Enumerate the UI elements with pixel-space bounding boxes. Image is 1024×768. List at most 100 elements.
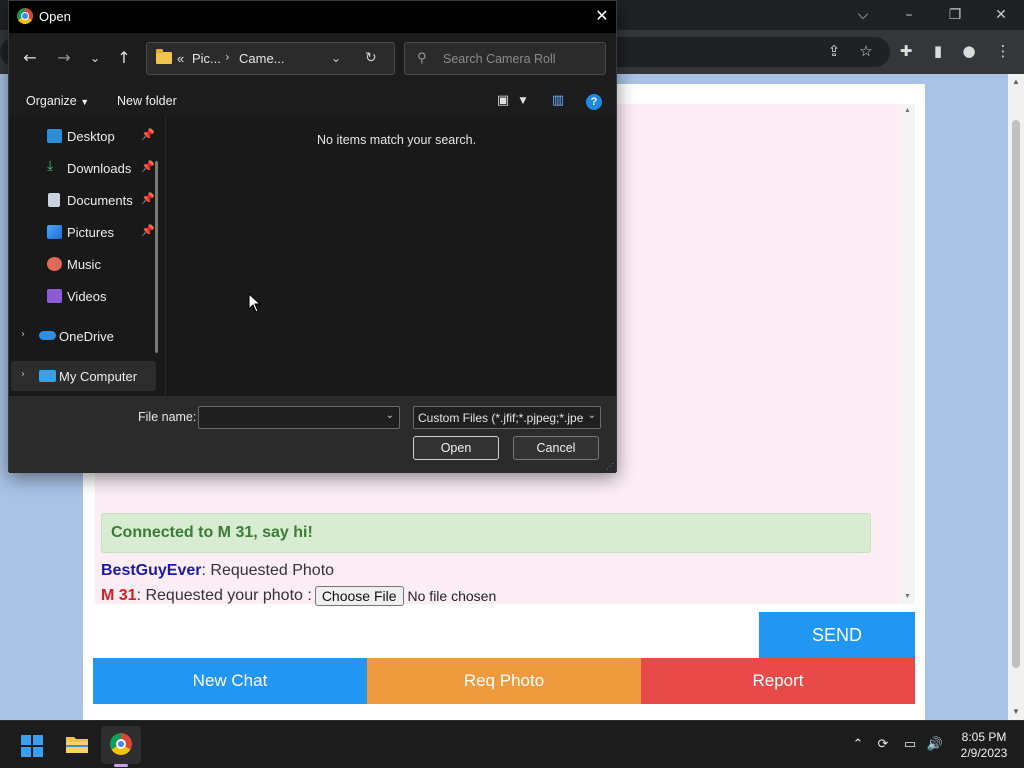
open-button[interactable]: Open: [413, 436, 499, 460]
file-explorer-icon[interactable]: [65, 734, 89, 754]
chevron-down-icon[interactable]: ⌄: [386, 410, 394, 421]
organize-menu[interactable]: Organize ▼: [26, 94, 89, 108]
navigation-pane-scrollbar[interactable]: [155, 161, 158, 353]
resize-grip-icon[interactable]: ⋰: [606, 462, 614, 471]
nav-item-documents[interactable]: Documents 📌: [17, 185, 167, 215]
chat-scroll-down-icon[interactable]: ▼: [900, 590, 915, 604]
refresh-icon[interactable]: ↻: [365, 50, 377, 66]
path-segment-pictures[interactable]: Pic...: [192, 51, 221, 66]
open-file-dialog: Open ✕ ← → ⌄ ↑ « Pic... › Came... ⌄ ↻ ⚲ …: [8, 0, 617, 473]
nav-item-my-computer[interactable]: › My Computer: [11, 361, 156, 391]
minimize-icon[interactable]: –: [887, 4, 931, 26]
system-clock[interactable]: 8:05 PM 2/9/2023: [952, 729, 1016, 761]
chat-message: M 31: Requested your photo : Choose File N…: [101, 586, 496, 606]
bookmark-star-icon[interactable]: ☆: [855, 40, 877, 62]
cancel-button[interactable]: Cancel: [513, 436, 599, 460]
connection-status: Connected to M 31, say hi!: [101, 513, 871, 553]
taskbar: ⌃ ⟳ ▭ 🔊 8:05 PM 2/9/2023: [0, 720, 1024, 768]
chevron-down-icon[interactable]: ⌄: [587, 410, 596, 421]
up-arrow-icon[interactable]: ↑: [113, 47, 135, 69]
nav-item-music[interactable]: Music: [17, 249, 167, 279]
nav-item-onedrive[interactable]: › OneDrive: [11, 321, 161, 351]
nav-item-label: Pictures: [67, 225, 114, 240]
file-name-input[interactable]: ⌄: [198, 406, 400, 429]
expand-chevron-icon[interactable]: ›: [21, 369, 25, 380]
share-icon[interactable]: ⇪: [823, 40, 845, 62]
pin-icon: 📌: [141, 160, 155, 173]
expand-chevron-icon[interactable]: ›: [21, 329, 25, 340]
view-options-icon[interactable]: ▣: [494, 93, 512, 109]
download-icon: ⤓: [47, 158, 54, 174]
page-scrollbar-thumb[interactable]: [1012, 120, 1020, 668]
clock-date: 2/9/2023: [960, 746, 1008, 760]
clock-time: 8:05 PM: [961, 730, 1007, 744]
new-chat-button[interactable]: New Chat: [93, 658, 367, 704]
browser-menu-icon[interactable]: ⋮: [992, 40, 1014, 62]
back-arrow-icon[interactable]: ←: [19, 47, 41, 69]
nav-item-label: Videos: [67, 289, 107, 304]
message-sender-you: BestGuyEver: [101, 562, 202, 579]
pin-icon: 📌: [141, 128, 155, 141]
close-icon[interactable]: ✕: [591, 5, 613, 27]
file-name-label: File name:: [138, 410, 197, 424]
extensions-icon[interactable]: ✚: [895, 40, 917, 62]
tab-search-icon[interactable]: ⌵: [841, 4, 885, 26]
path-bar[interactable]: « Pic... › Came... ⌄ ↻: [146, 42, 395, 75]
send-button[interactable]: SEND: [759, 612, 915, 658]
empty-results-message: No items match your search.: [317, 133, 477, 147]
organize-chevron-icon: ▼: [80, 97, 90, 107]
chrome-taskbar-icon[interactable]: [110, 733, 132, 755]
start-windows-icon[interactable]: [21, 735, 43, 757]
sync-alert-icon[interactable]: ⟳: [873, 735, 893, 755]
message-text: : Requested Photo: [201, 562, 335, 579]
volume-icon[interactable]: 🔊: [925, 735, 945, 755]
nav-item-desktop[interactable]: Desktop 📌: [17, 121, 167, 151]
nav-item-downloads[interactable]: ⤓ Downloads 📌: [17, 153, 167, 183]
file-list[interactable]: No items match your search.: [167, 117, 616, 396]
help-icon[interactable]: ?: [586, 94, 602, 110]
path-overflow[interactable]: «: [177, 51, 184, 66]
recent-locations-chevron-icon[interactable]: ⌄: [84, 47, 106, 69]
path-chevron-icon: ›: [225, 50, 230, 64]
dialog-navigation-bar: ← → ⌄ ↑ « Pic... › Came... ⌄ ↻ ⚲ Search …: [9, 33, 616, 85]
preview-pane-icon[interactable]: ▥: [549, 93, 567, 109]
file-type-value: Custom Files (*.jfif;*.pjpeg;*.jpeg;*.pj…: [418, 411, 583, 425]
pictures-icon: [47, 225, 62, 239]
path-segment-camera-roll[interactable]: Came...: [239, 51, 285, 66]
mouse-cursor-icon: [248, 293, 262, 313]
message-input[interactable]: [95, 612, 759, 658]
scroll-down-arrow-icon[interactable]: ▼: [1008, 704, 1024, 720]
restore-icon[interactable]: ❐: [933, 4, 977, 26]
message-sender-stranger: M 31: [101, 587, 137, 605]
nav-item-label: Music: [67, 257, 101, 272]
show-hidden-icons-chevron-icon[interactable]: ⌃: [848, 735, 868, 755]
page-scrollbar[interactable]: ▲ ▼: [1008, 74, 1024, 720]
report-button[interactable]: Report: [641, 658, 915, 704]
message-text: : Requested your photo :: [136, 587, 312, 605]
music-icon: [47, 257, 62, 271]
search-input[interactable]: ⚲ Search Camera Roll: [404, 42, 606, 75]
pin-icon: 📌: [141, 224, 155, 237]
folder-icon: [156, 49, 172, 64]
nav-item-videos[interactable]: Videos: [17, 281, 167, 311]
profile-icon[interactable]: ●: [958, 40, 980, 62]
active-app-indicator: [114, 764, 128, 767]
scroll-up-arrow-icon[interactable]: ▲: [1008, 74, 1024, 90]
choose-file-button[interactable]: Choose File: [314, 586, 404, 606]
chat-scroll-up-icon[interactable]: ▲: [900, 104, 915, 118]
req-photo-button[interactable]: Req Photo: [367, 658, 641, 704]
forward-arrow-icon[interactable]: →: [53, 47, 75, 69]
side-panel-icon[interactable]: ▮: [927, 40, 949, 62]
dialog-command-bar: Organize ▼ New folder ▣ ▼ ▥ ?: [9, 85, 616, 117]
view-options-chevron-icon[interactable]: ▼: [514, 93, 532, 109]
display-icon[interactable]: ▭: [900, 735, 920, 755]
new-folder-button[interactable]: New folder: [117, 94, 177, 108]
nav-item-label: OneDrive: [59, 329, 114, 344]
chat-scrollbar[interactable]: ▲ ▼: [900, 104, 915, 604]
nav-item-pictures[interactable]: Pictures 📌: [17, 217, 167, 247]
chrome-logo-icon: [17, 8, 33, 24]
nav-item-label: My Computer: [59, 369, 138, 384]
file-type-select[interactable]: Custom Files (*.jfif;*.pjpeg;*.jpeg;*.pj…: [413, 406, 601, 429]
close-window-icon[interactable]: ✕: [979, 4, 1023, 26]
path-dropdown-icon[interactable]: ⌄: [331, 51, 341, 65]
